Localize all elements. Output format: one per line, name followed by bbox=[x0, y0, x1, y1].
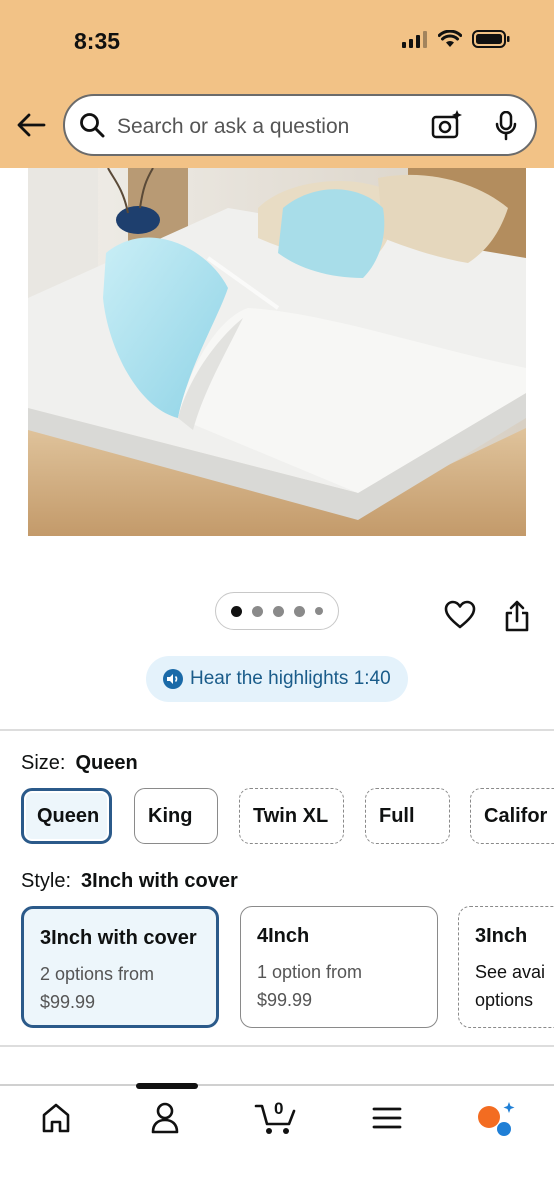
style-option-3inch[interactable]: 3Inch See avai options bbox=[458, 906, 554, 1028]
home-indicator bbox=[136, 1083, 198, 1089]
style-option-4inch[interactable]: 4Inch 1 option from $99.99 bbox=[240, 906, 438, 1028]
size-option-label: Califor bbox=[484, 804, 548, 827]
page-dot-active[interactable] bbox=[231, 605, 242, 617]
mattress-topper-image bbox=[28, 168, 526, 536]
style-option-availability: 2 options from bbox=[40, 964, 155, 984]
status-time: 8:35 bbox=[74, 28, 121, 54]
battery-icon bbox=[472, 30, 510, 48]
header: 8:35 Search or ask a question bbox=[0, 0, 554, 168]
page-dot[interactable] bbox=[294, 605, 305, 617]
size-label: Size: Queen bbox=[21, 752, 138, 775]
style-selected-value: 3Inch with cover bbox=[81, 870, 238, 892]
signal-icon bbox=[402, 31, 427, 48]
style-option-price: $99.99 bbox=[257, 990, 313, 1010]
microphone-icon[interactable] bbox=[495, 111, 517, 141]
home-icon[interactable] bbox=[41, 1102, 71, 1134]
style-option-title: 4Inch bbox=[257, 925, 310, 947]
camera-lens-icon[interactable] bbox=[431, 110, 463, 140]
wifi-icon bbox=[438, 30, 462, 47]
page-dot[interactable] bbox=[252, 605, 263, 617]
style-label: Style: 3Inch with cover bbox=[21, 870, 238, 893]
style-option-price: $99.99 bbox=[40, 992, 96, 1012]
hear-highlights-button[interactable]: Hear the highlights 1:40 bbox=[146, 656, 408, 702]
size-option-california[interactable]: Califor bbox=[470, 788, 554, 844]
size-option-label: Twin XL bbox=[253, 804, 329, 827]
search-icon bbox=[80, 113, 105, 138]
status-icons bbox=[402, 30, 510, 48]
page-dot[interactable] bbox=[273, 605, 284, 617]
style-option-3inch-with-cover[interactable]: 3Inch with cover 2 options from $99.99 bbox=[21, 906, 219, 1028]
size-label-text: Size: bbox=[21, 752, 66, 774]
style-option-availability: See avai bbox=[475, 962, 546, 982]
search-input[interactable]: Search or ask a question bbox=[117, 115, 349, 139]
size-option-label: King bbox=[148, 804, 193, 827]
size-option-king[interactable]: King bbox=[134, 788, 218, 844]
size-option-twin-xl[interactable]: Twin XL bbox=[239, 788, 344, 844]
size-option-queen[interactable]: Queen bbox=[21, 788, 112, 844]
style-option-title: 3Inch with cover bbox=[40, 927, 197, 949]
share-icon[interactable] bbox=[503, 600, 531, 632]
divider bbox=[0, 1045, 554, 1047]
speaker-icon bbox=[163, 669, 183, 689]
rufus-assistant-icon[interactable] bbox=[476, 1101, 516, 1137]
size-option-label: Full bbox=[379, 804, 415, 827]
style-option-title: 3Inch bbox=[475, 925, 528, 947]
size-option-label: Queen bbox=[37, 804, 100, 827]
page-dot[interactable] bbox=[315, 607, 323, 615]
image-pagination[interactable] bbox=[215, 592, 339, 630]
menu-icon[interactable] bbox=[372, 1106, 402, 1130]
divider bbox=[0, 729, 554, 731]
hear-highlights-label: Hear the highlights 1:40 bbox=[190, 668, 391, 689]
size-selected-value: Queen bbox=[75, 752, 138, 774]
style-label-text: Style: bbox=[21, 870, 72, 892]
product-image[interactable] bbox=[28, 168, 526, 536]
size-option-full[interactable]: Full bbox=[365, 788, 450, 844]
account-icon[interactable] bbox=[150, 1102, 180, 1134]
cart-button[interactable]: 0 bbox=[254, 1099, 298, 1136]
search-bar[interactable]: Search or ask a question bbox=[63, 94, 537, 156]
style-option-availability: options bbox=[475, 990, 534, 1010]
heart-icon[interactable] bbox=[444, 600, 476, 630]
style-option-availability: 1 option from bbox=[257, 962, 363, 982]
back-arrow-icon[interactable] bbox=[16, 112, 46, 138]
cart-count: 0 bbox=[274, 1099, 284, 1118]
